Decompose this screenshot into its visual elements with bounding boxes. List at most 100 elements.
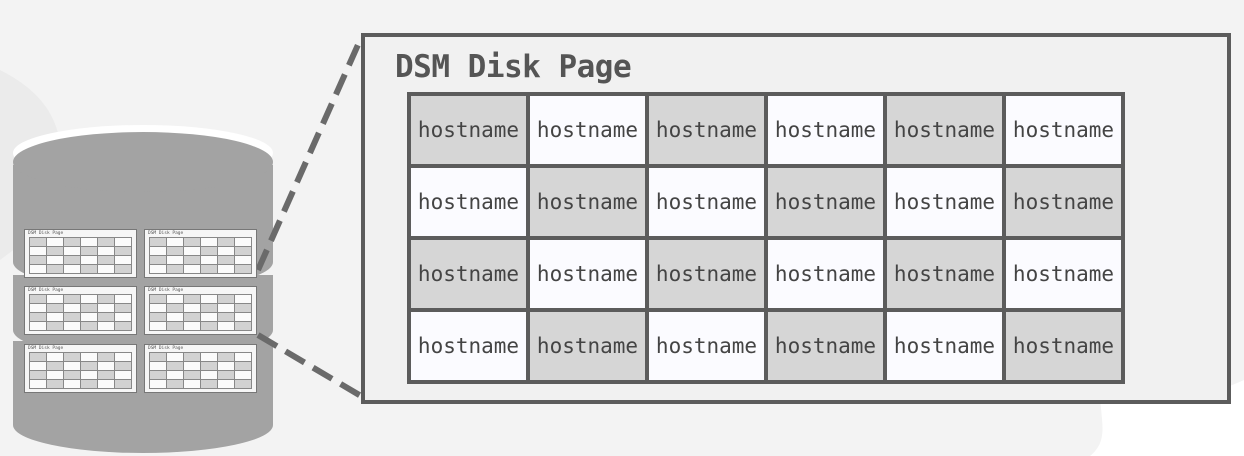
grid-cell: hostname [411, 96, 526, 164]
mini-grid-cell [98, 256, 114, 264]
mini-grid-cell [98, 322, 114, 330]
mini-page-title: DSM Disk Page [28, 346, 64, 351]
mini-grid-cell [64, 265, 80, 273]
mini-grid-cell [201, 353, 217, 361]
mini-grid-cell [150, 238, 166, 246]
mini-grid-cell [81, 313, 97, 321]
mini-grid-cell [235, 371, 251, 379]
dsm-disk-page-panel: DSM Disk Page hostname hostname hostname ho… [361, 33, 1231, 404]
mini-page-title: DSM Disk Page [28, 288, 64, 293]
mini-grid-cell [150, 295, 166, 303]
mini-grid-cell [64, 304, 80, 312]
mini-grid-cell [64, 247, 80, 255]
mini-grid-cell [30, 362, 46, 370]
mini-grid-cell [167, 380, 183, 388]
mini-grid-cell [150, 362, 166, 370]
mini-grid-cell [64, 322, 80, 330]
mini-grid-cell [167, 265, 183, 273]
grid-cell: hostname [411, 312, 526, 380]
mini-grid-cell [201, 295, 217, 303]
mini-disk-page: DSM Disk Page [24, 344, 137, 393]
mini-grid-cell [167, 256, 183, 264]
mini-disk-page: DSM Disk Page [144, 344, 257, 393]
grid-cell: hostname [1006, 240, 1121, 308]
mini-grid-cell [218, 322, 234, 330]
mini-grid-cell [218, 265, 234, 273]
mini-grid-cell [64, 295, 80, 303]
mini-grid-cell [201, 304, 217, 312]
mini-grid-cell [218, 238, 234, 246]
mini-grid-cell [115, 380, 131, 388]
mini-grid-cell [218, 295, 234, 303]
mini-grid-cell [30, 353, 46, 361]
mini-grid-cell [167, 313, 183, 321]
grid-cell: hostname [768, 240, 883, 308]
mini-page-grid [149, 352, 252, 389]
mini-grid-cell [235, 362, 251, 370]
mini-grid-cell [81, 371, 97, 379]
mini-grid-cell [47, 238, 63, 246]
cylinder-top-cap [13, 132, 273, 192]
mini-grid-cell [81, 295, 97, 303]
mini-grid-cell [235, 265, 251, 273]
mini-grid-cell [218, 304, 234, 312]
mini-grid-cell [30, 313, 46, 321]
mini-grid-cell [201, 313, 217, 321]
mini-grid-cell [81, 238, 97, 246]
mini-page-grid [149, 294, 252, 331]
mini-grid-cell [167, 371, 183, 379]
mini-grid-cell [150, 380, 166, 388]
mini-page-title: DSM Disk Page [28, 231, 64, 236]
mini-grid-cell [218, 313, 234, 321]
mini-grid-cell [235, 295, 251, 303]
mini-grid-cell [47, 304, 63, 312]
mini-grid-cell [30, 295, 46, 303]
mini-grid-cell [167, 238, 183, 246]
mini-grid-cell [184, 256, 200, 264]
mini-grid-cell [184, 362, 200, 370]
mini-grid-cell [115, 362, 131, 370]
mini-grid-cell [201, 380, 217, 388]
mini-grid-cell [47, 247, 63, 255]
mini-grid-cell [184, 304, 200, 312]
mini-grid-cell [201, 238, 217, 246]
mini-grid-cell [235, 380, 251, 388]
mini-grid-cell [30, 304, 46, 312]
mini-grid-cell [184, 371, 200, 379]
mini-grid-cell [98, 353, 114, 361]
grid-cell: hostname [649, 168, 764, 236]
mini-grid-cell [30, 322, 46, 330]
mini-grid-cell [64, 362, 80, 370]
mini-grid-cell [235, 304, 251, 312]
mini-grid-cell [235, 353, 251, 361]
mini-page-title: DSM Disk Page [148, 346, 184, 351]
grid-cell: hostname [768, 168, 883, 236]
mini-grid-cell [150, 247, 166, 255]
mini-grid-cell [47, 265, 63, 273]
mini-grid-cell [81, 362, 97, 370]
page-title: DSM Disk Page [395, 49, 632, 85]
mini-disk-page: DSM Disk Page [24, 286, 137, 335]
mini-grid-cell [98, 304, 114, 312]
mini-grid-cell [115, 295, 131, 303]
mini-grid-cell [30, 256, 46, 264]
grid-cell: hostname [887, 240, 1002, 308]
mini-page-grid [149, 237, 252, 274]
mini-grid-cell [64, 380, 80, 388]
mini-grid-cell [201, 265, 217, 273]
mini-grid-cell [150, 371, 166, 379]
grid-cell: hostname [768, 96, 883, 164]
mini-grid-cell [115, 247, 131, 255]
grid-cell: hostname [887, 312, 1002, 380]
mini-disk-page: DSM Disk Page [144, 286, 257, 335]
grid-cell: hostname [887, 96, 1002, 164]
grid-cell: hostname [887, 168, 1002, 236]
mini-grid-cell [98, 313, 114, 321]
mini-grid-cell [30, 380, 46, 388]
zoom-line-bottom [256, 332, 363, 399]
mini-grid-cell [201, 362, 217, 370]
mini-grid-cell [115, 371, 131, 379]
mini-grid-cell [167, 247, 183, 255]
mini-grid-cell [218, 247, 234, 255]
mini-page-grid [29, 352, 132, 389]
